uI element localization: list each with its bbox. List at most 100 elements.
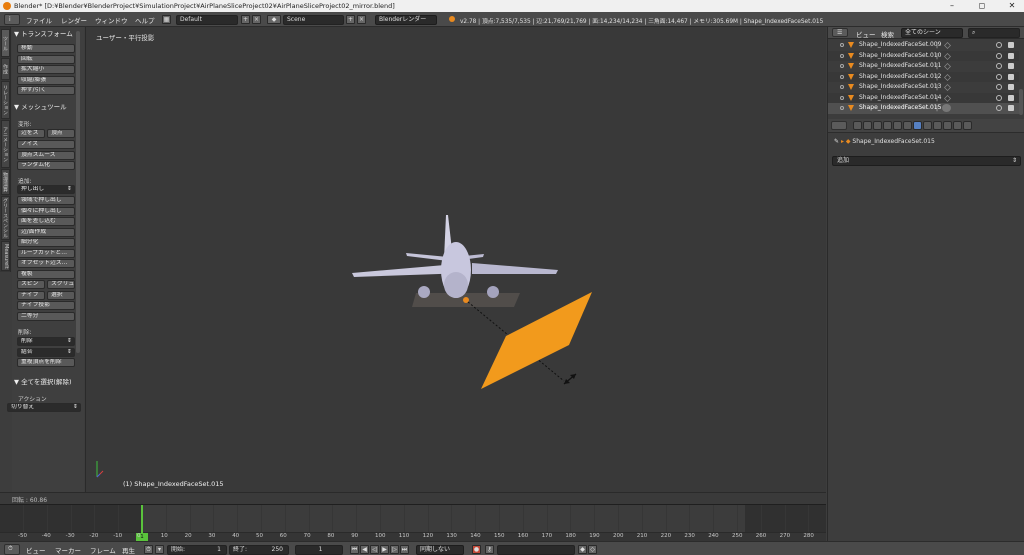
expand-icon[interactable]: [840, 106, 844, 110]
loop-cut-button[interactable]: ループカットと…: [17, 248, 75, 258]
start-frame-field[interactable]: 開始: 1: [167, 544, 227, 555]
next-key-icon[interactable]: ▷: [390, 545, 399, 554]
menu-playback[interactable]: 再生: [122, 545, 135, 555]
expand-icon[interactable]: [840, 43, 844, 47]
render-camera-icon[interactable]: [1008, 73, 1014, 80]
menu-render[interactable]: レンダー: [61, 15, 87, 25]
constraints-tab-icon[interactable]: [903, 121, 912, 130]
modifiers-tab-icon[interactable]: [913, 121, 922, 130]
scene-icon[interactable]: ◆: [267, 15, 281, 24]
play-icon[interactable]: ▶: [380, 545, 389, 554]
timeline-editor[interactable]: 1 -50 -40 -30 -20 -10 0 10 20 30 40 50 60 70 80 90 100 1…: [0, 504, 826, 542]
randomize-button[interactable]: ランダム化: [17, 161, 75, 170]
outliner-row[interactable]: Shape_IndexedFaceSet.011 |: [828, 61, 1019, 72]
knife-button[interactable]: ナイフ: [17, 290, 45, 300]
render-layers-tab-icon[interactable]: [863, 121, 872, 130]
render-camera-icon[interactable]: [1008, 42, 1014, 48]
expand-icon[interactable]: [840, 85, 844, 89]
texture-tab-icon[interactable]: [943, 121, 952, 130]
visibility-icon[interactable]: [996, 42, 1002, 48]
spin-button[interactable]: スピン: [17, 280, 45, 289]
make-edge-face-button[interactable]: 辺/面作成: [17, 227, 75, 237]
remove-doubles-button[interactable]: 重複頂点を削除: [17, 358, 75, 367]
tool-shelf-scrollbar[interactable]: [76, 31, 80, 353]
maximize-button[interactable]: ◻: [970, 1, 994, 11]
delete-keyframe-icon[interactable]: ◇: [588, 545, 597, 554]
visibility-icon[interactable]: [996, 94, 1002, 101]
expand-icon[interactable]: [840, 74, 844, 79]
push-pull-button[interactable]: 押す/引く: [17, 86, 75, 95]
render-camera-icon[interactable]: [1008, 94, 1014, 101]
extrude-individual-button[interactable]: 個々に押し出し: [17, 206, 75, 216]
remove-layout-icon[interactable]: ×: [252, 15, 261, 24]
tab-physics[interactable]: 物理演算: [1, 169, 10, 195]
expand-icon[interactable]: [840, 64, 844, 68]
tab-measureit[interactable]: MeasureIt: [1, 241, 10, 271]
particles-tab-icon[interactable]: [953, 121, 962, 130]
display-mode-dropdown[interactable]: 全てのシーン: [901, 28, 963, 38]
prev-key-icon[interactable]: ◀: [360, 545, 369, 554]
render-camera-icon[interactable]: [1008, 105, 1014, 111]
render-camera-icon[interactable]: [1008, 84, 1014, 90]
insert-keyframe-icon[interactable]: ◆: [578, 545, 587, 554]
screen-layout-field[interactable]: Default: [176, 14, 238, 25]
outliner-row[interactable]: Shape_IndexedFaceSet.014 |: [828, 92, 1019, 103]
select-all-panel-header[interactable]: ▼ 全てを選択(解除): [14, 376, 82, 386]
knife-project-button[interactable]: ナイフ投影: [17, 301, 75, 310]
delete-dropdown[interactable]: 削除 ⇕: [17, 337, 75, 346]
object-tab-icon[interactable]: [893, 121, 902, 130]
outliner-row-selected[interactable]: Shape_IndexedFaceSet.015 |: [828, 103, 1019, 114]
tab-tools[interactable]: ツール: [1, 29, 10, 57]
pin-icon[interactable]: ✎: [834, 138, 839, 145]
jump-end-icon[interactable]: ⏭: [400, 545, 409, 554]
menu-marker[interactable]: マーカー: [55, 545, 81, 555]
keying-set-icon[interactable]: ⚷: [485, 545, 494, 554]
outliner-row[interactable]: Shape_IndexedFaceSet.013 |: [828, 82, 1019, 93]
scale-button[interactable]: 拡大縮小: [17, 65, 75, 74]
extrude-region-button[interactable]: 領域で押し出し: [17, 196, 75, 205]
editor-type-button[interactable]: [831, 121, 847, 130]
knife-select-button[interactable]: 選択: [47, 290, 75, 300]
sync-mode-dropdown[interactable]: 同期しない: [416, 544, 464, 555]
scene-tab-icon[interactable]: [873, 121, 882, 130]
expand-icon[interactable]: [840, 95, 844, 100]
editor-type-button[interactable]: ☰: [832, 28, 848, 37]
tab-create[interactable]: 作成: [1, 58, 10, 80]
3d-viewport[interactable]: ユーザー・平行投影 (1) Shape_IndexedFaceSet.015: [85, 27, 826, 492]
physics-tab-icon[interactable]: [963, 121, 972, 130]
render-camera-icon[interactable]: [1008, 52, 1014, 59]
minimize-button[interactable]: –: [940, 1, 964, 11]
dissolve-dropdown[interactable]: 結合 ⇕: [17, 347, 75, 357]
menu-view[interactable]: ビュー: [856, 29, 876, 39]
render-tab-icon[interactable]: [853, 121, 862, 130]
play-reverse-icon[interactable]: ◁: [370, 545, 379, 554]
expand-icon[interactable]: [840, 53, 844, 58]
record-icon[interactable]: ●: [472, 545, 481, 554]
menu-file[interactable]: ファイル: [26, 15, 52, 25]
mesh-tools-panel-header[interactable]: ▼ メッシュツール: [14, 101, 82, 111]
visibility-icon[interactable]: [996, 73, 1002, 80]
vertex-slide-button[interactable]: 頂点: [47, 129, 75, 138]
editor-type-button[interactable]: i: [4, 14, 20, 25]
outliner-search-input[interactable]: ⌕: [968, 28, 1020, 38]
visibility-icon[interactable]: [996, 84, 1002, 90]
outliner-scrollbar[interactable]: [1019, 89, 1023, 115]
close-button[interactable]: ✕: [1000, 1, 1024, 11]
subdivide-button[interactable]: 細分化: [17, 238, 75, 247]
add-scene-icon[interactable]: +: [346, 15, 355, 24]
material-tab-icon[interactable]: [933, 121, 942, 130]
render-camera-icon[interactable]: [1008, 63, 1014, 69]
add-layout-icon[interactable]: +: [241, 15, 250, 24]
menu-help[interactable]: ヘルプ: [135, 15, 155, 25]
translate-button[interactable]: 移動: [17, 44, 75, 53]
screw-button[interactable]: スクリュ: [47, 280, 75, 289]
world-tab-icon[interactable]: [883, 121, 892, 130]
menu-view[interactable]: ビュー: [26, 545, 46, 555]
visibility-icon[interactable]: [996, 52, 1002, 59]
action-dropdown[interactable]: 切り替え ⇕: [7, 403, 81, 412]
menu-window[interactable]: ウィンドウ: [95, 15, 128, 25]
jump-start-icon[interactable]: ⏮: [350, 545, 359, 554]
rotate-button[interactable]: 回転: [17, 54, 75, 64]
menu-search[interactable]: 検索: [881, 29, 894, 39]
tab-grease-pencil[interactable]: グリースペンシル: [1, 196, 10, 240]
